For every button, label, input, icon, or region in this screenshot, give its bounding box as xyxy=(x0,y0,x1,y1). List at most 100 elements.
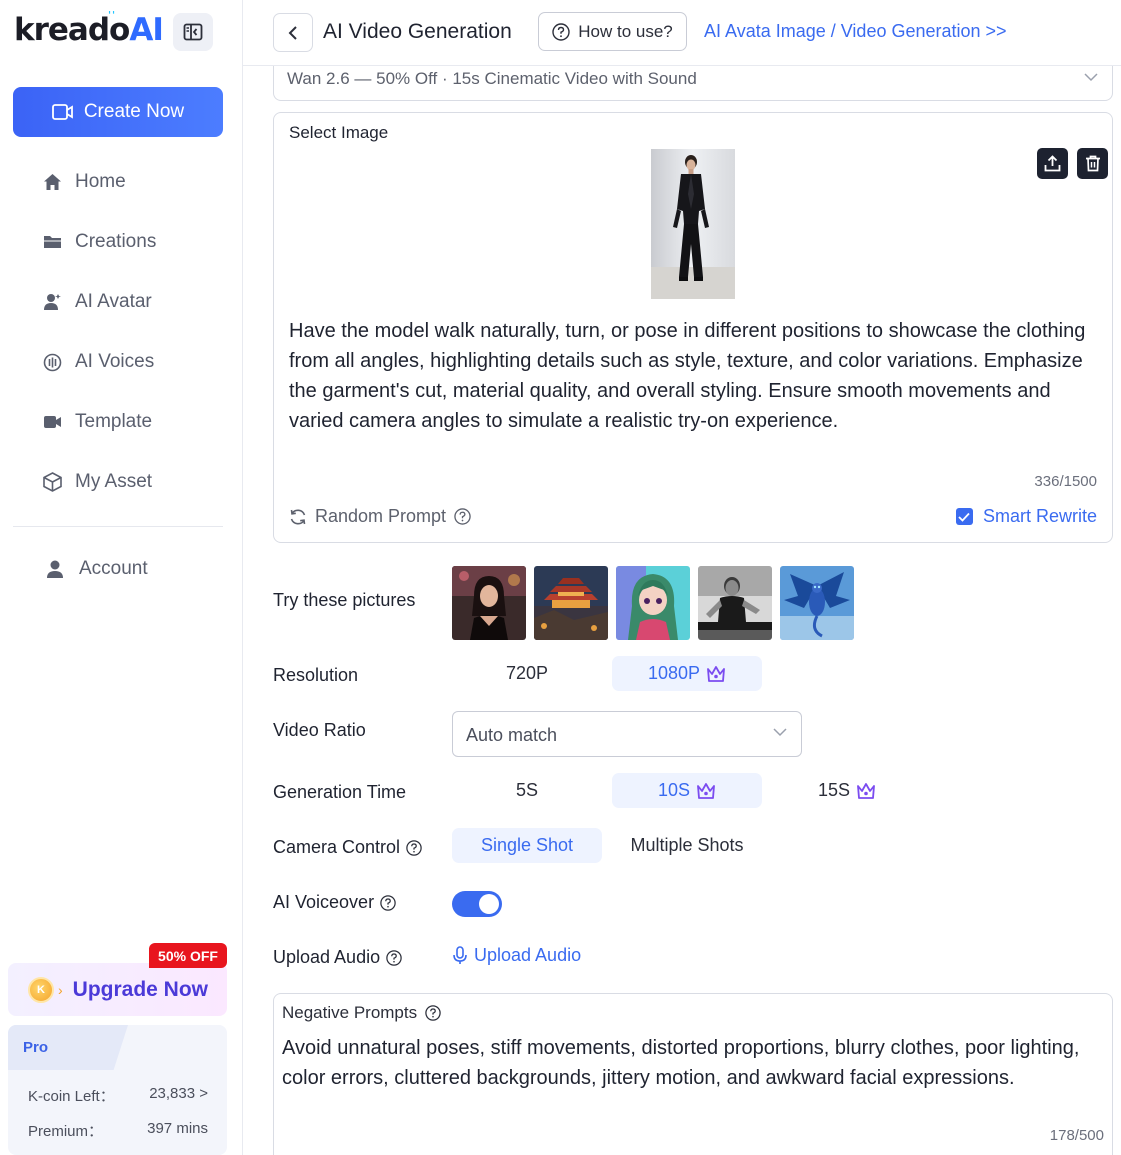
generation-time-label: Generation Time xyxy=(273,782,407,802)
logo[interactable]: kreadoAI '' xyxy=(14,10,164,48)
negative-prompt-card: Negative Prompts Avoid unnatural poses, … xyxy=(273,993,1113,1155)
upload-audio-button[interactable]: Upload Audio xyxy=(452,945,581,966)
camera-option-single-shot[interactable]: Single Shot xyxy=(452,828,602,863)
gen-time-option-label: 5S xyxy=(515,780,539,800)
gen-time-option-10s[interactable]: 10S xyxy=(612,773,762,808)
gen-time-option-label: 10S xyxy=(657,780,691,800)
k-coin-icon: K xyxy=(28,976,54,1003)
upgrade-now-label: Upgrade Now xyxy=(72,977,209,1001)
upgrade-now-button[interactable]: K › Upgrade Now xyxy=(8,963,227,1016)
negative-prompt-textarea[interactable]: Avoid unnatural poses, stiff movements, … xyxy=(282,1033,1107,1093)
avatar-generation-link[interactable]: AI Avata Image / Video Generation >> xyxy=(704,21,1007,42)
sidebar-item-ai-voices[interactable]: AI Voices xyxy=(43,347,154,377)
sidebar-item-label: Creations xyxy=(75,231,157,252)
gen-time-option-5s[interactable]: 5S xyxy=(452,773,602,808)
camera-option-label: Multiple Shots xyxy=(630,835,744,855)
chevron-right-icon: › xyxy=(58,981,63,998)
video-plus-icon xyxy=(51,104,73,120)
sidebar-item-template[interactable]: Template xyxy=(43,407,152,437)
help-icon[interactable] xyxy=(454,508,471,525)
sidebar-item-creations[interactable]: Creations xyxy=(43,227,156,257)
page-title: AI Video Generation xyxy=(323,20,512,43)
premium-label: Premium： xyxy=(28,1123,104,1140)
image-prompt-card: Select Image Have the model walk natural… xyxy=(273,112,1113,543)
sample-image-pagoda[interactable] xyxy=(534,566,608,640)
video-ratio-value: Auto match xyxy=(466,725,558,745)
help-icon[interactable] xyxy=(380,894,396,911)
video-template-icon xyxy=(43,413,62,432)
sidebar-item-my-asset[interactable]: My Asset xyxy=(43,467,152,497)
create-now-button[interactable]: Create Now xyxy=(13,87,223,137)
camera-option-multiple-shots[interactable]: Multiple Shots xyxy=(612,828,762,863)
negative-prompts-header: Negative Prompts xyxy=(282,1003,441,1023)
sidebar-item-account[interactable]: Account xyxy=(45,554,148,584)
top-bar: AI Video Generation How to use? AI Avata… xyxy=(243,0,1121,66)
negative-prompts-label: Negative Prompts xyxy=(282,1003,418,1022)
sidebar-item-label: Home xyxy=(75,171,126,192)
how-to-use-label: How to use? xyxy=(578,21,673,41)
camera-control-row-label: Camera Control xyxy=(273,837,422,858)
create-now-label: Create Now xyxy=(83,101,185,122)
kcoin-value: 23,833 > xyxy=(149,1085,208,1102)
video-ratio-select[interactable]: Auto match xyxy=(452,711,802,757)
prompt-textarea[interactable]: Have the model walk naturally, turn, or … xyxy=(289,316,1104,436)
kcoin-label: K-coin Left： xyxy=(28,1088,115,1105)
upload-audio-button-label: Upload Audio xyxy=(474,945,582,965)
back-button[interactable] xyxy=(273,13,313,52)
chevron-down-icon xyxy=(1084,73,1098,82)
resolution-option-1080p[interactable]: 1080P xyxy=(612,656,762,691)
how-to-use-button[interactable]: How to use? xyxy=(538,12,687,51)
main-panel: AI Video Generation How to use? AI Avata… xyxy=(243,0,1121,1155)
collapse-sidebar-button[interactable] xyxy=(173,13,213,51)
try-pictures-label: Try these pictures xyxy=(273,590,416,610)
toggle-knob xyxy=(479,894,499,914)
upload-audio-row-label: Upload Audio xyxy=(273,947,402,968)
refresh-icon xyxy=(290,509,306,524)
model-select[interactable]: Wan 2.6 — 50% Off · 15s Cinematic Video … xyxy=(273,66,1113,101)
sidebar-item-label: AI Voices xyxy=(75,351,155,372)
user-icon xyxy=(45,560,64,579)
help-icon[interactable] xyxy=(386,949,402,966)
help-icon[interactable] xyxy=(406,839,422,856)
ai-voiceover-row-label: AI Voiceover xyxy=(273,892,396,913)
delete-image-button[interactable] xyxy=(1077,148,1108,179)
trash-icon xyxy=(1085,155,1100,172)
random-prompt-button[interactable]: Random Prompt xyxy=(289,506,471,527)
sidebar-item-ai-avatar[interactable]: AI Avatar xyxy=(43,287,152,317)
resolution-label: Resolution xyxy=(273,665,359,685)
gen-time-option-15s[interactable]: 15S xyxy=(772,773,922,808)
camera-control-label: Camera Control xyxy=(273,837,401,857)
sidebar-toggle-icon xyxy=(183,23,203,41)
discount-badge: 50% OFF xyxy=(149,943,227,968)
selected-image[interactable] xyxy=(651,149,735,299)
prompt-char-counter: 336/1500 xyxy=(1034,473,1097,490)
chevron-left-icon xyxy=(288,25,297,40)
sidebar-item-home[interactable]: Home xyxy=(43,167,126,197)
sidebar-item-label: Template xyxy=(75,411,153,432)
smart-rewrite-label: Smart Rewrite xyxy=(982,506,1097,526)
home-icon xyxy=(43,173,62,192)
sidebar-item-label: AI Avatar xyxy=(75,291,152,312)
avatar-icon xyxy=(43,293,62,312)
app-root: kreadoAI '' Create Now Home Creations AI… xyxy=(0,0,1121,1155)
smart-rewrite-checkbox[interactable]: Smart Rewrite xyxy=(955,506,1097,527)
sample-image-dragon[interactable] xyxy=(780,566,854,640)
sample-image-runner[interactable] xyxy=(698,566,772,640)
help-icon[interactable] xyxy=(425,1005,441,1021)
video-ratio-label: Video Ratio xyxy=(273,720,366,740)
premium-crown-icon xyxy=(707,665,725,682)
resolution-option-label: 1080P xyxy=(647,663,701,683)
microphone-icon xyxy=(453,946,467,964)
camera-option-label: Single Shot xyxy=(480,835,574,855)
sample-image-portrait-woman[interactable] xyxy=(452,566,526,640)
kcoin-row[interactable]: K-coin Left： 23,833 > xyxy=(28,1085,208,1106)
cube-icon xyxy=(43,472,62,492)
ai-voiceover-toggle[interactable] xyxy=(452,891,502,917)
upload-image-button[interactable] xyxy=(1037,148,1068,179)
resolution-option-720p[interactable]: 720P xyxy=(452,656,602,691)
sample-image-anime-girl[interactable] xyxy=(616,566,690,640)
select-image-label: Select Image xyxy=(289,123,389,142)
upload-icon xyxy=(1044,155,1061,172)
logo-sparkle-icon: '' xyxy=(108,10,117,21)
premium-row: Premium： 397 mins xyxy=(28,1120,208,1141)
